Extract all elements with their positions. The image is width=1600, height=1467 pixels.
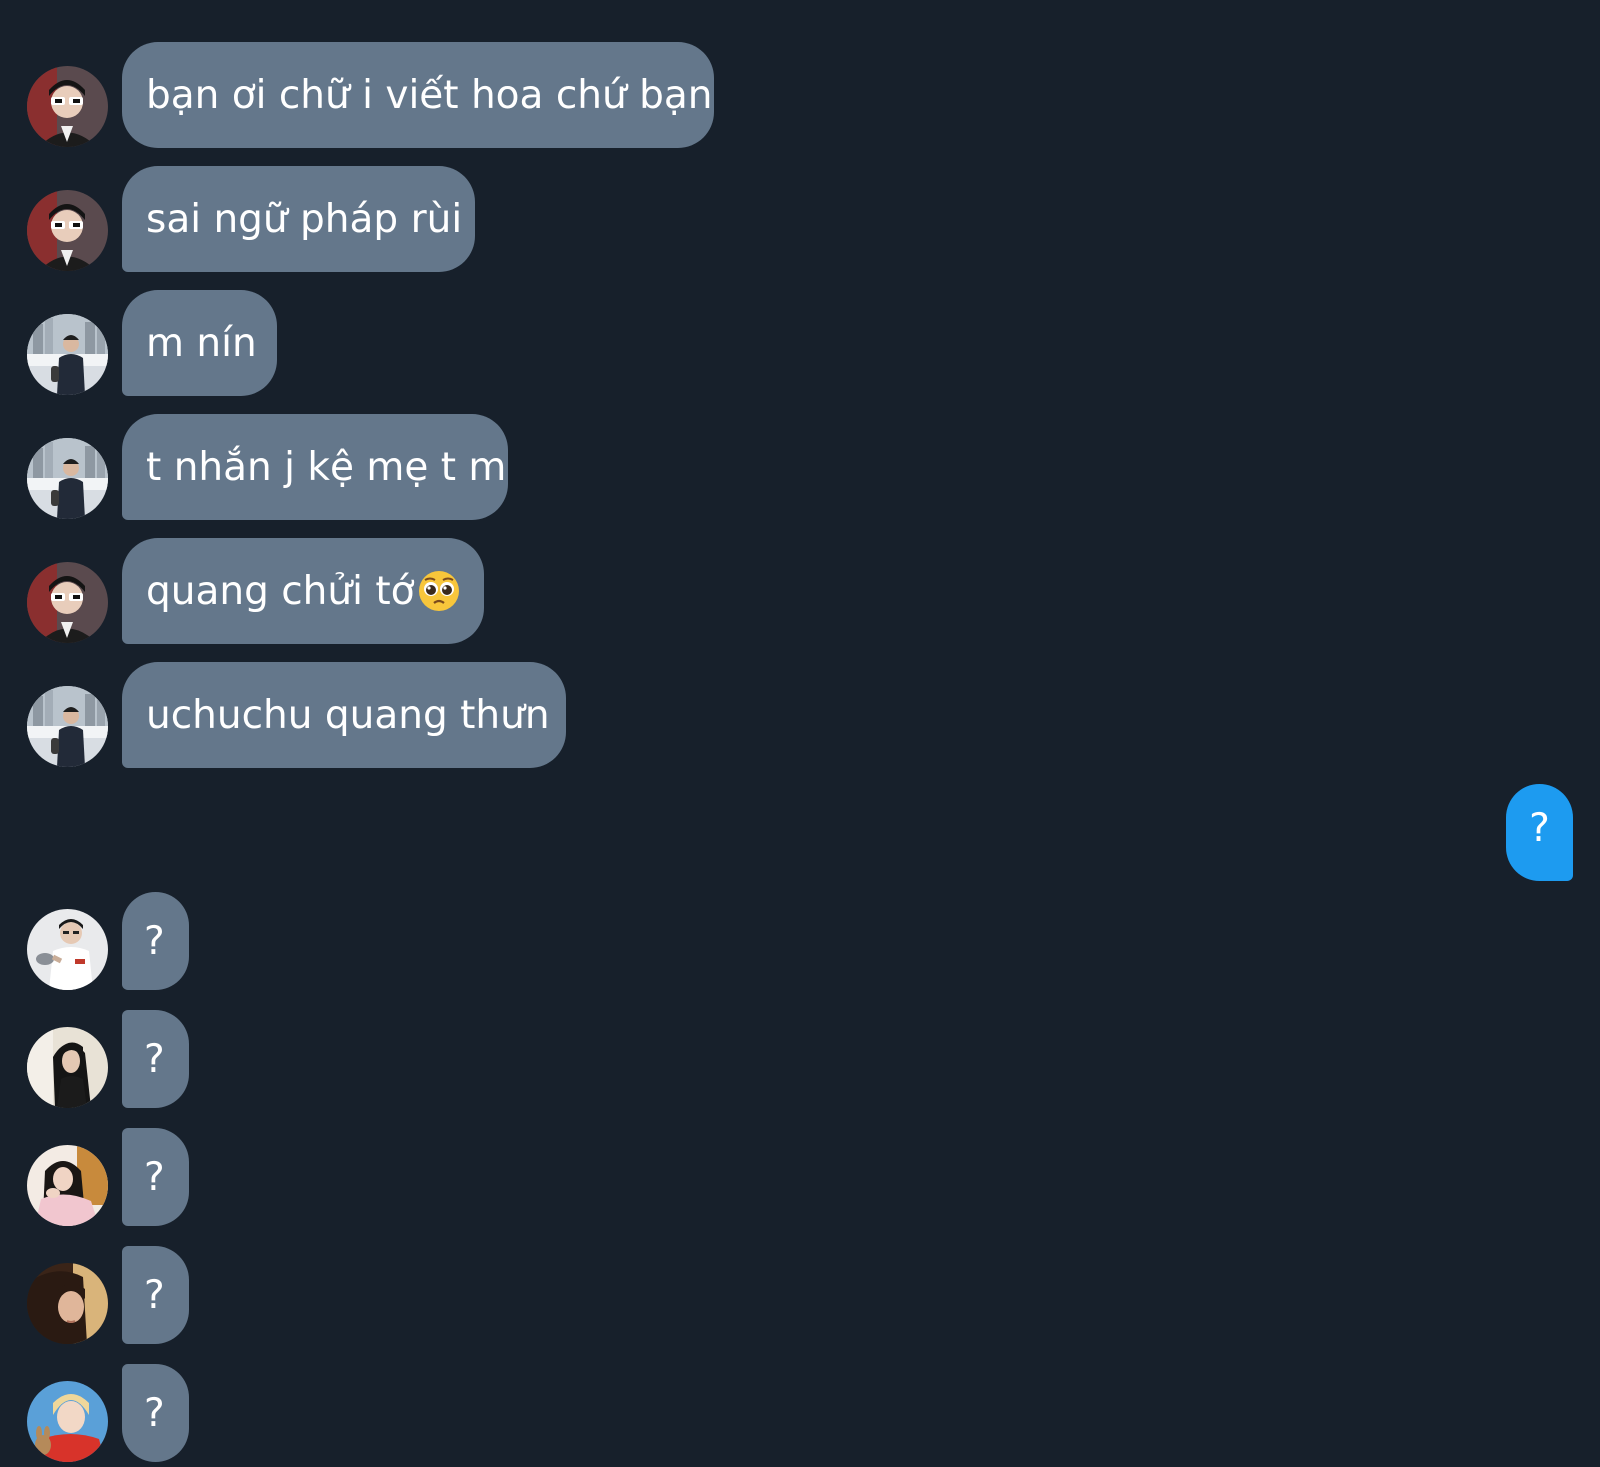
avatar-sunglasses-man[interactable] xyxy=(27,190,108,271)
avatar-sunglasses-man[interactable] xyxy=(27,562,108,643)
avatar-blonde-red-shirt[interactable] xyxy=(27,1381,108,1462)
avatar-sunglasses-man[interactable] xyxy=(27,66,108,147)
message-bubble[interactable]: ? xyxy=(122,1010,189,1108)
avatar-city-person[interactable] xyxy=(27,438,108,519)
message-bubble[interactable]: m nín xyxy=(122,290,277,396)
pleading-face-emoji xyxy=(417,569,461,613)
message-bubble[interactable]: t nhắn j kệ mẹ t m xyxy=(122,414,508,520)
message-bubble[interactable]: ? xyxy=(122,1364,189,1462)
avatar-warm-light-woman[interactable] xyxy=(27,1263,108,1344)
avatar-white-shirt-man[interactable] xyxy=(27,909,108,990)
avatar-pink-sweater-woman[interactable] xyxy=(27,1145,108,1226)
sent-message-bubble[interactable]: ? xyxy=(1506,784,1573,881)
message-bubble[interactable]: bạn ơi chữ i viết hoa chứ bạn xyxy=(122,42,714,148)
avatar-city-person[interactable] xyxy=(27,314,108,395)
avatar-city-person[interactable] xyxy=(27,686,108,767)
message-bubble[interactable]: quang chửi tớ xyxy=(122,538,484,644)
message-bubble[interactable]: ? xyxy=(122,1246,189,1344)
message-bubble[interactable]: ? xyxy=(122,892,189,990)
chat-thread: bạn ơi chữ i viết hoa chứ bạn sai ngữ ph… xyxy=(0,0,1600,1467)
message-text: quang chửi tớ xyxy=(146,568,415,614)
message-bubble[interactable]: ? xyxy=(122,1128,189,1226)
avatar-dark-hair-woman[interactable] xyxy=(27,1027,108,1108)
message-bubble[interactable]: sai ngữ pháp rùi xyxy=(122,166,475,272)
message-bubble[interactable]: uchuchu quang thưn xyxy=(122,662,566,768)
